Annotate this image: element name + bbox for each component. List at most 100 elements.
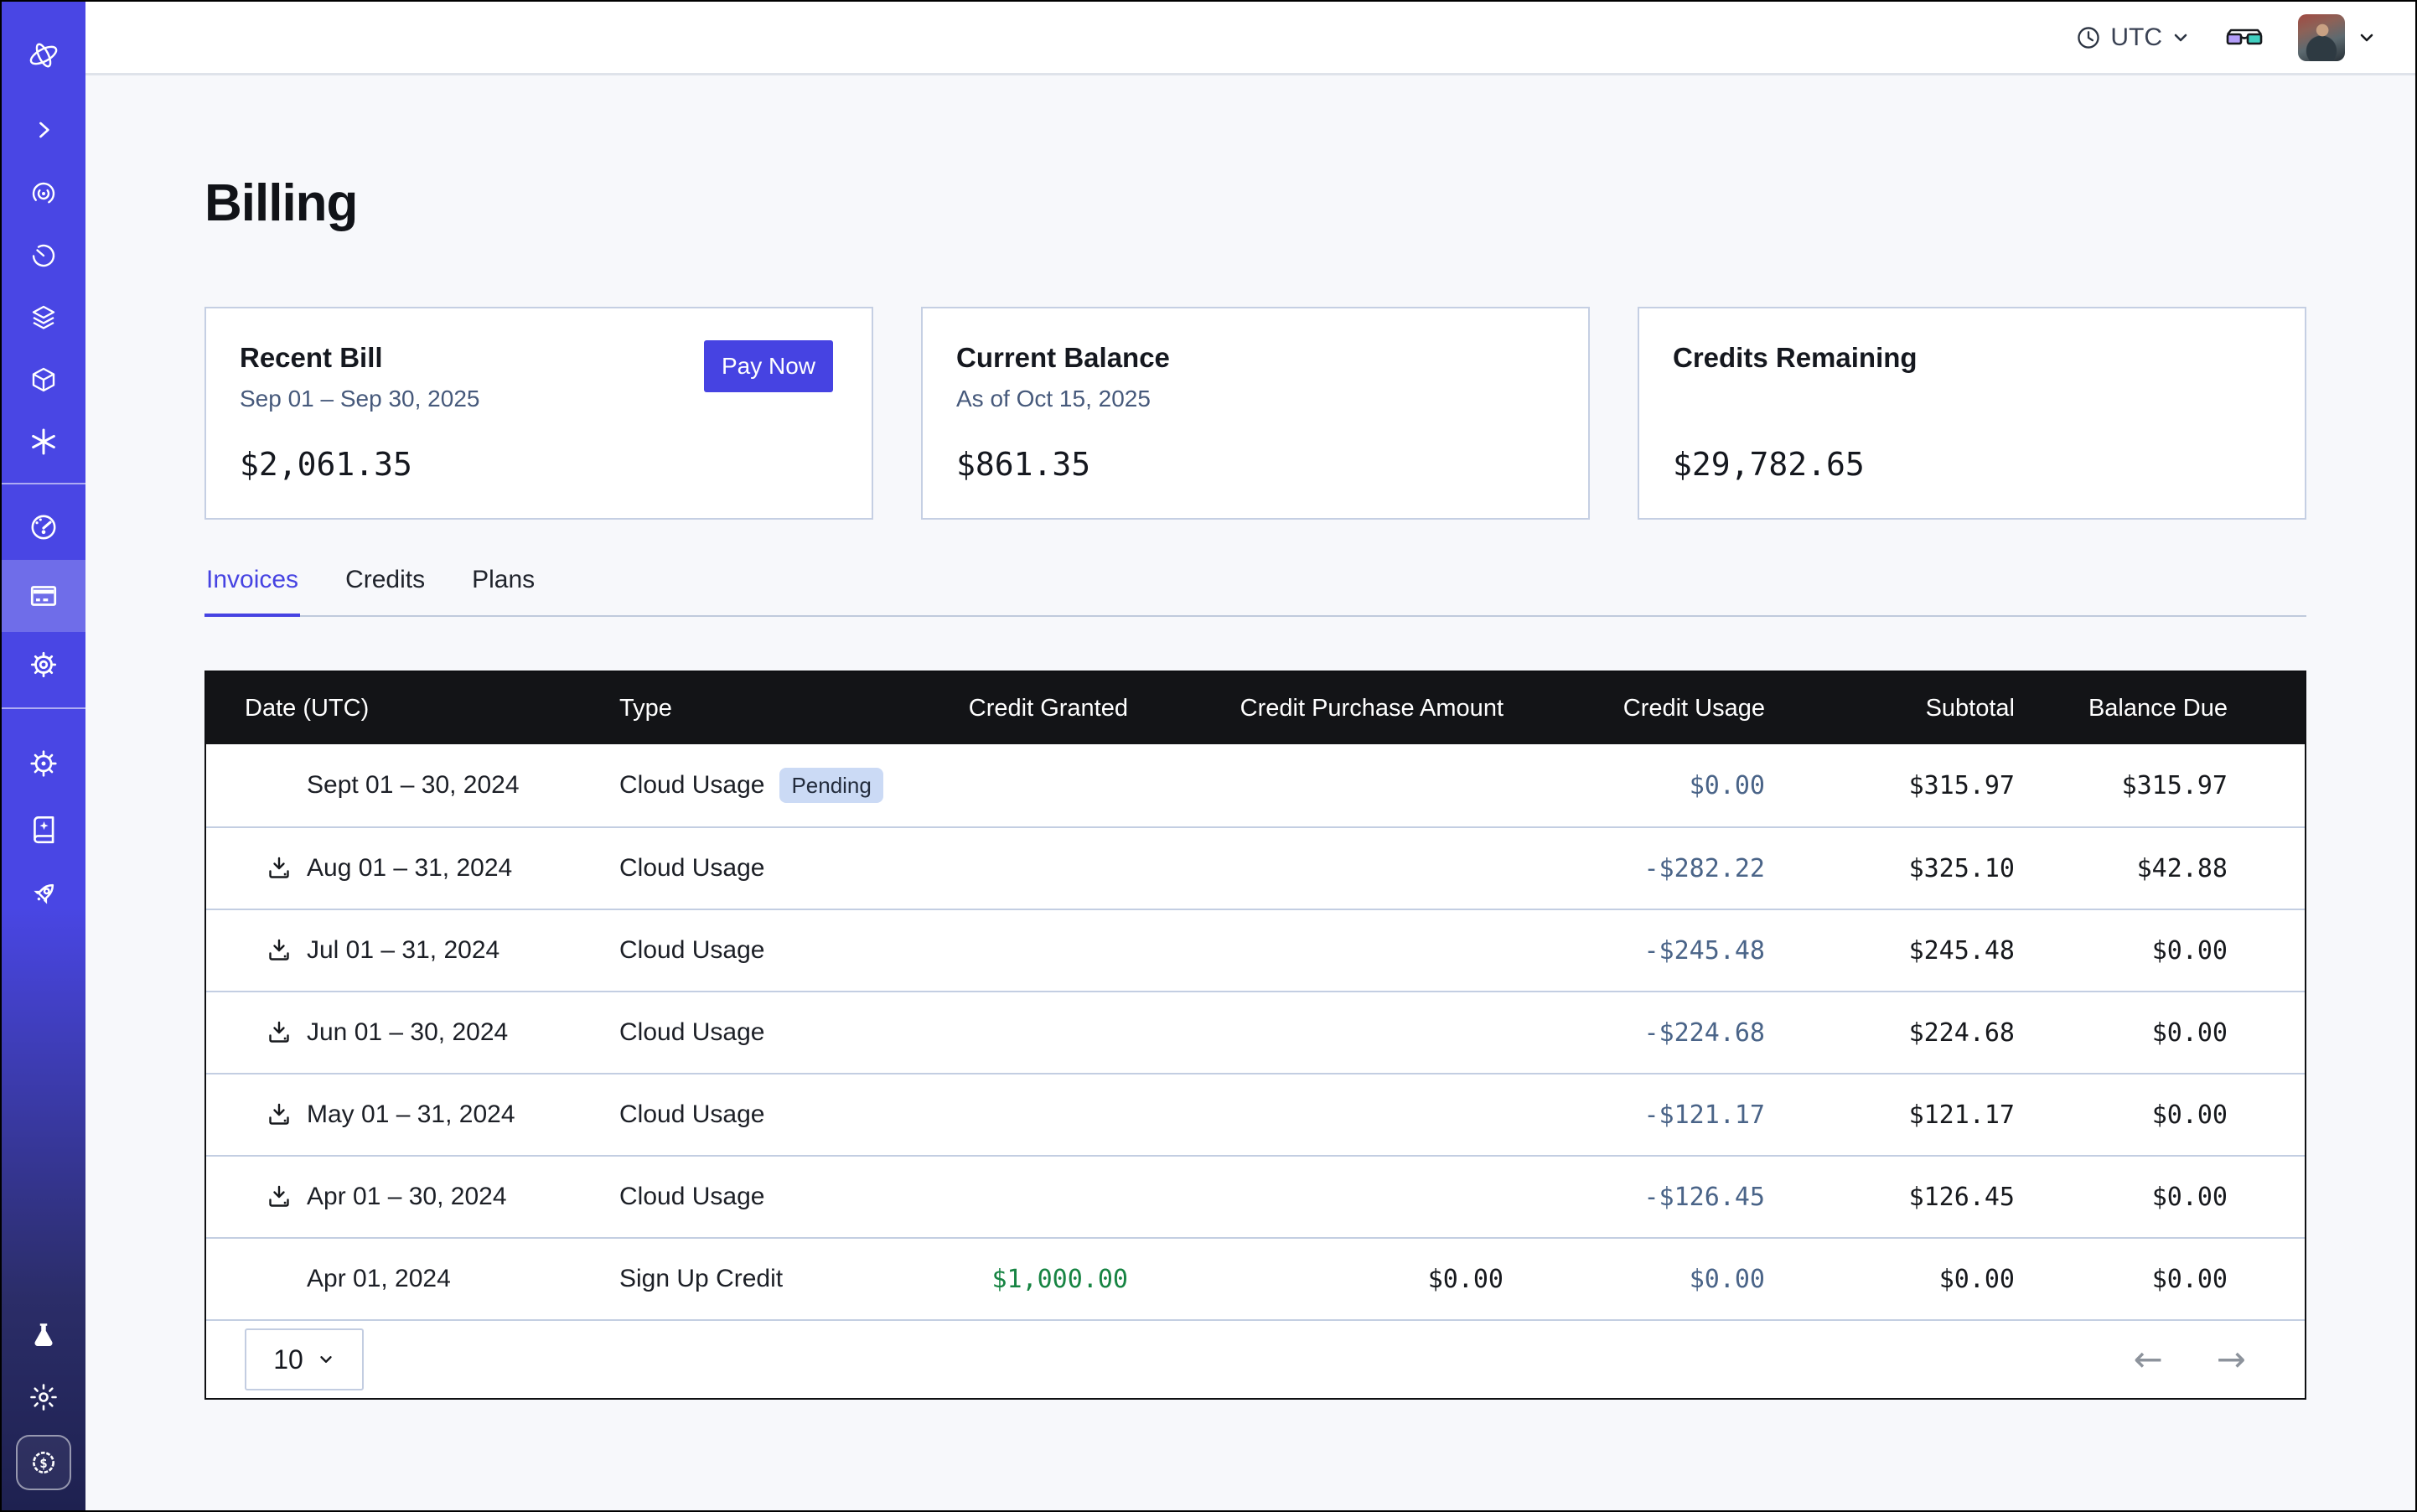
invoice-date: Sept 01 – 30, 2024 — [307, 771, 520, 800]
download-invoice-icon[interactable] — [265, 936, 293, 965]
column-header: Subtotal — [1765, 695, 2015, 722]
pay-now-button[interactable]: Pay Now — [704, 340, 833, 392]
flask-icon — [29, 1321, 58, 1349]
credit-usage-value: $0.00 — [1690, 771, 1765, 800]
balance-due-value: $0.00 — [2152, 1100, 2228, 1130]
subtotal-value: $0.00 — [1939, 1265, 2015, 1294]
sidebar-logo[interactable] — [2, 13, 85, 97]
sidebar-item-layers[interactable] — [2, 287, 85, 349]
download-invoice-icon[interactable] — [265, 854, 293, 883]
credit-usage-value: -$121.17 — [1644, 1100, 1766, 1130]
app-window: $ UTC — [0, 0, 2417, 1512]
download-invoice-icon[interactable] — [265, 1100, 293, 1129]
tab-plans[interactable]: Plans — [470, 565, 536, 617]
current-balance-amount: $861.35 — [956, 446, 1090, 483]
reader-mode-button[interactable] — [2224, 27, 2264, 49]
invoice-type: Cloud Usage — [619, 1018, 764, 1047]
billing-card-icon — [28, 580, 60, 612]
sidebar-item-launch[interactable] — [2, 862, 85, 927]
credit-usage-value: -$126.45 — [1644, 1183, 1766, 1212]
subtotal-value: $325.10 — [1909, 854, 2015, 883]
sidebar-item-theme[interactable] — [2, 1366, 85, 1428]
recent-bill-card: Recent Bill Sep 01 – Sep 30, 2025 $2,061… — [204, 307, 873, 520]
table-header-row: Date (UTC)TypeCredit GrantedCredit Purch… — [206, 672, 2305, 744]
billing-tabs: Invoices Credits Plans — [204, 565, 2306, 617]
chevron-down-icon — [2171, 28, 2191, 48]
sidebar-item-settings[interactable] — [2, 632, 85, 697]
sidebar-item-labs[interactable] — [2, 1304, 85, 1366]
icon-spacer — [265, 1265, 293, 1293]
logo-orbit-icon — [27, 39, 60, 72]
invoice-date: May 01 – 31, 2024 — [307, 1100, 515, 1129]
download-invoice-icon[interactable] — [265, 1018, 293, 1047]
page-size-value: 10 — [273, 1344, 303, 1375]
credits-remaining-amount: $29,782.65 — [1673, 446, 1865, 483]
page-title: Billing — [204, 174, 2306, 233]
page-size-select[interactable]: 10 — [245, 1328, 364, 1390]
chevron-down-icon — [317, 1350, 335, 1369]
credit-usage-value: $0.00 — [1690, 1265, 1765, 1294]
tab-credits[interactable]: Credits — [344, 565, 427, 617]
invoice-date: Apr 01, 2024 — [307, 1265, 451, 1293]
sidebar-item-functions[interactable] — [2, 411, 85, 473]
credit-usage-value: -$245.48 — [1644, 936, 1766, 966]
rocket-icon — [28, 878, 60, 910]
balance-due-value: $0.00 — [2152, 1018, 2228, 1048]
eye-iris-icon — [28, 179, 59, 209]
invoice-row: Aug 01 – 31, 2024 Cloud Usage -$282.22 $325… — [206, 826, 2305, 909]
invoice-date: Aug 01 – 31, 2024 — [307, 854, 512, 883]
invoice-type: Cloud Usage — [619, 936, 764, 965]
balance-due-value: $0.00 — [2152, 1183, 2228, 1212]
helm-icon — [28, 748, 60, 779]
card-title: Credits Remaining — [1673, 342, 2271, 374]
settings-gear-icon — [28, 649, 60, 681]
invoice-date: Apr 01 – 30, 2024 — [307, 1183, 507, 1211]
credit-usage-value: -$224.68 — [1644, 1018, 1766, 1048]
summary-cards: Recent Bill Sep 01 – Sep 30, 2025 $2,061… — [204, 307, 2306, 520]
column-header: Date (UTC) — [206, 695, 619, 722]
column-header: Credit Usage — [1504, 695, 1765, 722]
credit-usage-value: -$282.22 — [1644, 854, 1766, 883]
invoice-date: Jun 01 – 30, 2024 — [307, 1018, 508, 1047]
subtotal-value: $315.97 — [1909, 771, 2015, 800]
credits-remaining-card: Credits Remaining $29,782.65 — [1638, 307, 2306, 520]
pager-arrows: ← → — [2134, 1342, 2246, 1377]
invoice-type: Sign Up Credit — [619, 1265, 783, 1293]
sidebar-item-fleet[interactable] — [2, 731, 85, 796]
credit-purchase-value: $0.00 — [1428, 1265, 1504, 1294]
sidebar-item-timer[interactable] — [2, 225, 85, 287]
user-menu[interactable] — [2298, 14, 2377, 61]
timezone-label: UTC — [2110, 23, 2162, 52]
invoice-row: Jul 01 – 31, 2024Cloud Usage-$245.48$245… — [206, 909, 2305, 991]
sidebar-item-pricing[interactable]: $ — [16, 1435, 71, 1490]
sidebar-item-billing[interactable] — [2, 560, 85, 632]
sidebar-item-observe[interactable] — [2, 163, 85, 225]
subtotal-value: $126.45 — [1909, 1183, 2015, 1212]
invoice-row: Apr 01, 2024Sign Up Credit$1,000.00$0.00… — [206, 1237, 2305, 1319]
column-header: Balance Due — [2015, 695, 2308, 722]
invoice-type: Cloud Usage — [619, 771, 764, 800]
sidebar-item-docs[interactable] — [2, 796, 85, 862]
status-badge: Pending — [779, 768, 882, 803]
subtotal-value: $121.17 — [1909, 1100, 2015, 1130]
download-invoice-icon[interactable] — [265, 1183, 293, 1211]
invoice-type: Cloud Usage — [619, 854, 764, 883]
tab-invoices[interactable]: Invoices — [204, 565, 300, 617]
next-page-button[interactable]: → — [2217, 1342, 2246, 1377]
topbar: UTC — [85, 2, 2415, 75]
sidebar-collapse-button[interactable] — [2, 97, 85, 163]
brightness-sun-icon — [28, 1382, 59, 1412]
current-balance-card: Current Balance As of Oct 15, 2025 $861.… — [921, 307, 1590, 520]
column-header: Credit Granted — [908, 695, 1128, 722]
sidebar-item-dashboard[interactable] — [2, 495, 85, 560]
balance-as-of: As of Oct 15, 2025 — [956, 386, 1555, 412]
asterisk-icon — [28, 427, 59, 457]
sidebar-item-cube[interactable] — [2, 349, 85, 411]
timer-icon — [28, 241, 59, 271]
invoice-row: Sept 01 – 30, 2024 Cloud Usage Pending $0.0… — [206, 744, 2305, 826]
table-body: Sept 01 – 30, 2024 Cloud Usage Pending $0.0… — [206, 744, 2305, 1319]
glasses-icon — [2224, 27, 2264, 49]
timezone-selector[interactable]: UTC — [2075, 23, 2191, 52]
invoices-table: Date (UTC)TypeCredit GrantedCredit Purch… — [204, 671, 2306, 1400]
prev-page-button[interactable]: ← — [2134, 1342, 2163, 1377]
